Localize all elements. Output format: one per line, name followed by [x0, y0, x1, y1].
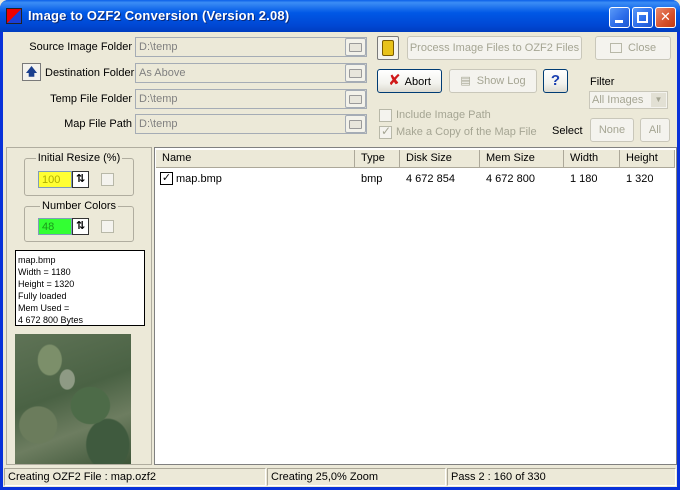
temp-folder-label: Temp File Folder [50, 93, 132, 105]
cell-width: 1 180 [570, 173, 598, 185]
info-line: Mem Used = [18, 303, 70, 313]
make-copy-checkbox[interactable]: ✓ [379, 124, 392, 139]
destination-folder-field[interactable]: As Above [135, 63, 367, 83]
initial-resize-title: Initial Resize (%) [35, 152, 123, 164]
info-line: Fully loaded [18, 291, 67, 301]
source-browse-button[interactable] [345, 38, 366, 56]
maximize-button[interactable] [632, 7, 653, 28]
select-all-button[interactable]: All [640, 118, 670, 142]
map-path-label: Map File Path [64, 118, 132, 130]
show-log-button[interactable]: ▤ Show Log [449, 69, 537, 93]
up-arrow-icon: 🡅 [25, 66, 38, 78]
cell-mem-size: 4 672 800 [486, 173, 535, 185]
close-window-button[interactable]: ✕ [655, 7, 676, 28]
minimize-icon [615, 20, 623, 23]
map-path-browse-button[interactable] [345, 115, 366, 133]
app-icon [6, 8, 22, 24]
number-colors-title: Number Colors [40, 200, 118, 212]
info-line: Height = 1320 [18, 279, 75, 289]
check-icon: ✓ [381, 124, 392, 138]
source-folder-field[interactable]: D:\temp [135, 37, 367, 57]
resize-spin-button[interactable]: ⇅ [72, 171, 89, 188]
filter-value: All Images [592, 94, 644, 106]
cell-height: 1 320 [626, 173, 654, 185]
image-thumbnail [15, 334, 131, 464]
destination-browse-button[interactable] [345, 64, 366, 82]
destination-folder-label: Destination Folder [45, 67, 135, 79]
number-colors-group: Number Colors 48 ⇅ [24, 200, 134, 242]
select-label: Select [552, 125, 583, 137]
spin-arrows-icon: ⇅ [75, 173, 86, 185]
chevron-down-icon: ▼ [651, 93, 666, 107]
folder-icon [349, 120, 362, 129]
info-line: 4 672 800 Bytes [18, 315, 84, 325]
info-line: Width = 1180 [18, 267, 71, 277]
close-button-label: Close [627, 42, 657, 54]
image-info-box: map.bmp Width = 1180 Height = 1320 Fully… [15, 250, 145, 326]
spin-arrows-icon: ⇅ [75, 220, 86, 232]
close-dialog-icon [609, 43, 622, 54]
cell-name: map.bmp [176, 173, 222, 185]
folder-icon [349, 95, 362, 104]
initial-resize-group: Initial Resize (%) 100 ⇅ [24, 152, 134, 196]
colors-spin-button[interactable]: ⇅ [72, 218, 89, 235]
maximize-icon [637, 12, 648, 23]
include-image-path-label: Include Image Path [396, 109, 491, 121]
minimize-button[interactable] [609, 7, 630, 28]
main-window: Image to OZF2 Conversion (Version 2.08) … [0, 0, 680, 490]
map-path-field[interactable]: D:\temp [135, 114, 367, 134]
colors-value-field[interactable]: 48 [38, 218, 72, 235]
cell-disk-size: 4 672 854 [406, 173, 455, 185]
include-image-path-checkbox[interactable] [379, 109, 392, 122]
abort-button-label: Abort [404, 76, 431, 88]
resize-checkbox[interactable] [101, 173, 114, 186]
column-header-name[interactable]: Name [156, 150, 355, 168]
column-header-height[interactable]: Height [620, 150, 675, 168]
up-arrow-button[interactable]: 🡅 [22, 63, 41, 81]
status-left: Creating OZF2 File : map.ozf2 [4, 468, 266, 486]
title-bar[interactable]: Image to OZF2 Conversion (Version 2.08) … [0, 0, 680, 32]
settings-button[interactable] [377, 36, 399, 60]
close-icon: ✕ [660, 9, 671, 24]
status-middle: Creating 25,0% Zoom [267, 468, 446, 486]
column-header-disk-size[interactable]: Disk Size [400, 150, 480, 168]
select-none-button[interactable]: None [590, 118, 634, 142]
column-header-mem-size[interactable]: Mem Size [480, 150, 564, 168]
filter-label: Filter [590, 76, 615, 88]
key-icon [382, 40, 394, 56]
filter-select[interactable]: All Images ▼ [589, 91, 668, 109]
abort-button[interactable]: ✘ Abort [377, 69, 442, 93]
abort-icon: ✘ [388, 72, 401, 89]
close-button[interactable]: Close [595, 36, 671, 60]
colors-checkbox[interactable] [101, 220, 114, 233]
cell-type: bmp [361, 173, 383, 185]
column-header-type[interactable]: Type [355, 150, 400, 168]
make-copy-label: Make a Copy of the Map File [396, 126, 537, 138]
source-folder-label: Source Image Folder [29, 41, 132, 53]
left-panel: Initial Resize (%) 100 ⇅ Number Colors 4… [6, 147, 152, 465]
status-right: Pass 2 : 160 of 330 [447, 468, 676, 486]
temp-folder-field[interactable]: D:\temp [135, 89, 367, 109]
window-title: Image to OZF2 Conversion (Version 2.08) [28, 8, 290, 23]
resize-value-field[interactable]: 100 [38, 171, 72, 188]
log-icon: ▤ [460, 75, 471, 87]
temp-browse-button[interactable] [345, 90, 366, 108]
info-line: map.bmp [18, 255, 56, 265]
folder-icon [349, 69, 362, 78]
column-header-width[interactable]: Width [564, 150, 620, 168]
show-log-label: Show Log [476, 75, 526, 87]
file-table: Name Type Disk Size Mem Size Width Heigh… [154, 147, 677, 465]
process-button[interactable]: Process Image Files to OZF2 Files [407, 36, 582, 60]
folder-icon [349, 43, 362, 52]
help-button[interactable]: ? [543, 69, 568, 93]
